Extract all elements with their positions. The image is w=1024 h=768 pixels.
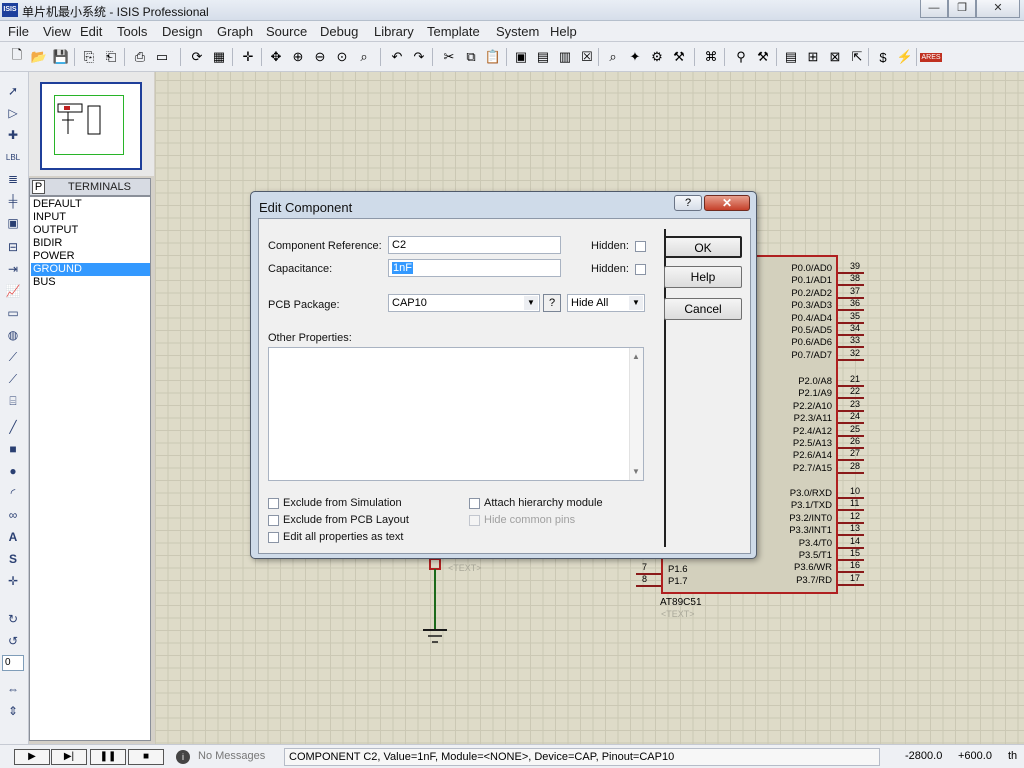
chevron-down-icon: ▼	[524, 296, 538, 310]
pause-button[interactable]: ❚❚	[90, 749, 126, 765]
hide-all-value: Hide All	[571, 297, 609, 309]
capacitor-text-placeholder: <TEXT>	[448, 563, 482, 573]
play-button[interactable]: ▶	[14, 749, 50, 765]
pin-number: 28	[850, 461, 861, 471]
exclude-pcb-checkbox[interactable]	[268, 515, 279, 526]
hidden-reference-checkbox[interactable]	[635, 241, 646, 252]
pin-number: 7	[642, 562, 648, 572]
pin-number: 8	[642, 574, 648, 584]
pin-line[interactable]	[838, 472, 864, 474]
dialog-body: Component Reference: C2 Hidden: Capacita…	[258, 218, 751, 554]
chip-name-label: AT89C51	[660, 597, 702, 608]
hidden-label-2: Hidden:	[591, 263, 629, 275]
stop-button[interactable]: ■	[128, 749, 164, 765]
pcb-package-select[interactable]: CAP10 ▼	[388, 294, 540, 312]
pin-number: 14	[850, 536, 861, 546]
textarea-scrollbar[interactable]: ▲ ▼	[629, 348, 643, 480]
pcb-package-value: CAP10	[392, 297, 427, 309]
pin-label: P3.7/RD	[796, 575, 832, 586]
pin-number: 26	[850, 436, 861, 446]
pin-number: 27	[850, 448, 861, 458]
pin-number: 37	[850, 286, 861, 296]
pin-line[interactable]	[838, 359, 864, 361]
pin-number: 16	[850, 560, 861, 570]
hidden-capacitance-checkbox[interactable]	[635, 264, 646, 275]
help-button[interactable]: Help	[664, 266, 742, 288]
chevron-down-icon: ▼	[629, 296, 643, 310]
component-reference-field[interactable]: C2	[388, 236, 561, 254]
pin-number: 17	[850, 573, 861, 583]
scroll-up-icon[interactable]: ▲	[632, 352, 640, 361]
capacitance-value: 1nF	[392, 262, 413, 274]
status-bar: ▶ ▶| ❚❚ ■ i No Messages COMPONENT C2, Va…	[0, 744, 1024, 768]
coord-unit: th	[1008, 750, 1018, 762]
help-icon[interactable]: ?	[674, 195, 702, 211]
pin-label: P3.6/WR	[793, 562, 832, 573]
capacitance-field[interactable]: 1nF	[388, 259, 561, 277]
pin-number: 24	[850, 411, 861, 421]
pin-number: 39	[850, 261, 861, 271]
hide-common-pins-label: Hide common pins	[484, 514, 576, 526]
edit-all-properties-label: Edit all properties as text	[283, 531, 404, 543]
edit-component-dialog: Edit Component ? ✕ Component Reference: …	[250, 191, 757, 559]
exclude-simulation-checkbox[interactable]	[268, 498, 279, 509]
pin-number: 25	[850, 424, 861, 434]
pin-number: 33	[850, 335, 861, 345]
scroll-down-icon[interactable]: ▼	[632, 467, 640, 476]
dialog-title: Edit Component	[259, 200, 353, 215]
pin-number: 22	[850, 386, 861, 396]
coord-y: +600.0	[958, 750, 992, 762]
pin-number: 35	[850, 311, 861, 321]
cancel-button[interactable]: Cancel	[664, 298, 742, 320]
pin-number: 10	[850, 486, 861, 496]
component-reference-label: Component Reference:	[268, 240, 382, 252]
pcb-package-label: PCB Package:	[268, 299, 340, 311]
edit-all-properties-checkbox[interactable]	[268, 532, 279, 543]
exclude-simulation-label: Exclude from Simulation	[283, 497, 402, 509]
hide-common-pins-checkbox	[469, 515, 480, 526]
dialog-close-icon[interactable]: ✕	[704, 195, 750, 211]
pin-number: 38	[850, 273, 861, 283]
exclude-pcb-label: Exclude from PCB Layout	[283, 514, 409, 526]
messages-status[interactable]: No Messages	[198, 750, 265, 762]
pin-number: 15	[850, 548, 861, 558]
hidden-label-1: Hidden:	[591, 240, 629, 252]
pin-line[interactable]	[636, 573, 661, 575]
component-info: COMPONENT C2, Value=1nF, Module=<NONE>, …	[284, 748, 880, 766]
pin-number: 13	[850, 523, 861, 533]
pin-number: 36	[850, 298, 861, 308]
pin-number: 34	[850, 323, 861, 333]
pin-number: 11	[850, 498, 860, 508]
attach-hierarchy-label: Attach hierarchy module	[484, 497, 603, 509]
chip-text-placeholder: <TEXT>	[661, 609, 695, 619]
info-icon: i	[176, 750, 190, 764]
pin-number: 12	[850, 511, 861, 521]
pin-number: 32	[850, 348, 861, 358]
hide-all-select[interactable]: Hide All ▼	[567, 294, 645, 312]
pin-label: P1.7	[668, 576, 688, 587]
ok-button[interactable]: OK	[664, 236, 742, 258]
package-help-button[interactable]: ?	[543, 294, 561, 312]
attach-hierarchy-checkbox[interactable]	[469, 498, 480, 509]
other-properties-label: Other Properties:	[268, 332, 352, 344]
capacitance-label: Capacitance:	[268, 263, 333, 275]
coord-x: -2800.0	[905, 750, 943, 762]
pin-line[interactable]	[636, 585, 661, 587]
pin-line[interactable]	[838, 584, 864, 586]
pin-label: P1.6	[668, 564, 688, 575]
pin-number: 21	[850, 374, 861, 384]
step-button[interactable]: ▶|	[51, 749, 87, 765]
pin-number: 23	[850, 399, 861, 409]
other-properties-textarea[interactable]: ▲ ▼	[268, 347, 644, 481]
